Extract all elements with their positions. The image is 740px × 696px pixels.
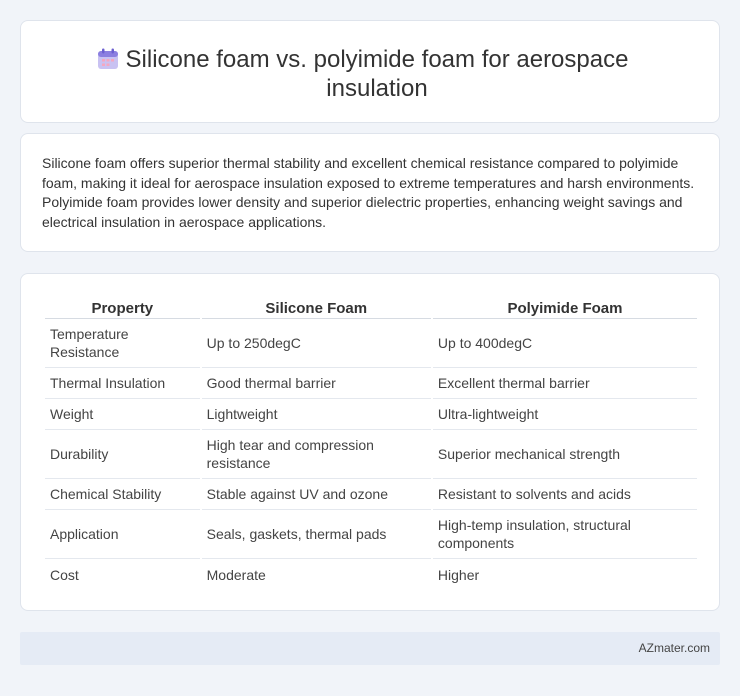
table-row: Cost Moderate Higher bbox=[45, 559, 697, 590]
header-property: Property bbox=[45, 296, 200, 319]
comparison-table: Property Silicone Foam Polyimide Foam Te… bbox=[43, 296, 699, 590]
table-header-row: Property Silicone Foam Polyimide Foam bbox=[45, 296, 697, 319]
cell-polyimide: Ultra-lightweight bbox=[432, 399, 697, 430]
page-title-text: Silicone foam vs. polyimide foam for aer… bbox=[125, 46, 629, 102]
cell-property: Thermal Insulation bbox=[45, 368, 200, 399]
title-card: Silicone foam vs. polyimide foam for aer… bbox=[20, 20, 720, 123]
cell-property: Cost bbox=[50, 566, 79, 583]
cell-silicone: High tear and compression resistance bbox=[201, 430, 431, 479]
cell-silicone: Stable against UV and ozone bbox=[201, 479, 431, 510]
table-row: Temperature Resistance Up to 250degC Up … bbox=[45, 319, 697, 368]
cell-silicone: Up to 250degC bbox=[201, 319, 431, 368]
header-polyimide-foam: Polyimide Foam bbox=[432, 296, 697, 319]
cell-polyimide: Excellent thermal barrier bbox=[432, 368, 697, 399]
footer-bar: AZmater.com bbox=[20, 632, 720, 665]
header-silicone-foam: Silicone Foam bbox=[201, 296, 431, 319]
table-row: Thermal Insulation Good thermal barrier … bbox=[45, 368, 697, 399]
cell-polyimide: High-temp insulation, structural compone… bbox=[432, 510, 697, 559]
cell-silicone: Lightweight bbox=[201, 399, 431, 430]
cell-silicone: Moderate bbox=[206, 566, 266, 583]
table-row: Application Seals, gaskets, thermal pads… bbox=[45, 510, 697, 559]
table-row: Weight Lightweight Ultra-lightweight bbox=[45, 399, 697, 430]
cell-property: Weight bbox=[45, 399, 200, 430]
cell-property: Durability bbox=[45, 430, 200, 479]
table-row: Chemical Stability Stable against UV and… bbox=[45, 479, 697, 510]
summary-paragraph: Silicone foam offers superior thermal st… bbox=[42, 155, 695, 230]
cell-silicone: Good thermal barrier bbox=[201, 368, 431, 399]
summary-card: Silicone foam offers superior thermal st… bbox=[20, 133, 720, 252]
page-title: Silicone foam vs. polyimide foam for aer… bbox=[21, 45, 719, 103]
cell-property: Chemical Stability bbox=[45, 479, 200, 510]
cell-polyimide: Up to 400degC bbox=[432, 319, 697, 368]
comparison-table-card: Property Silicone Foam Polyimide Foam Te… bbox=[20, 273, 720, 611]
cell-polyimide: Resistant to solvents and acids bbox=[432, 479, 697, 510]
cell-polyimide: Higher bbox=[437, 566, 480, 583]
table-row: Durability High tear and compression res… bbox=[45, 430, 697, 479]
cell-polyimide: Superior mechanical strength bbox=[432, 430, 697, 479]
footer-site-link[interactable]: AZmater.com bbox=[639, 641, 710, 655]
cell-silicone: Seals, gaskets, thermal pads bbox=[201, 510, 431, 559]
cell-property: Temperature Resistance bbox=[45, 319, 200, 368]
cell-property: Application bbox=[45, 510, 200, 559]
